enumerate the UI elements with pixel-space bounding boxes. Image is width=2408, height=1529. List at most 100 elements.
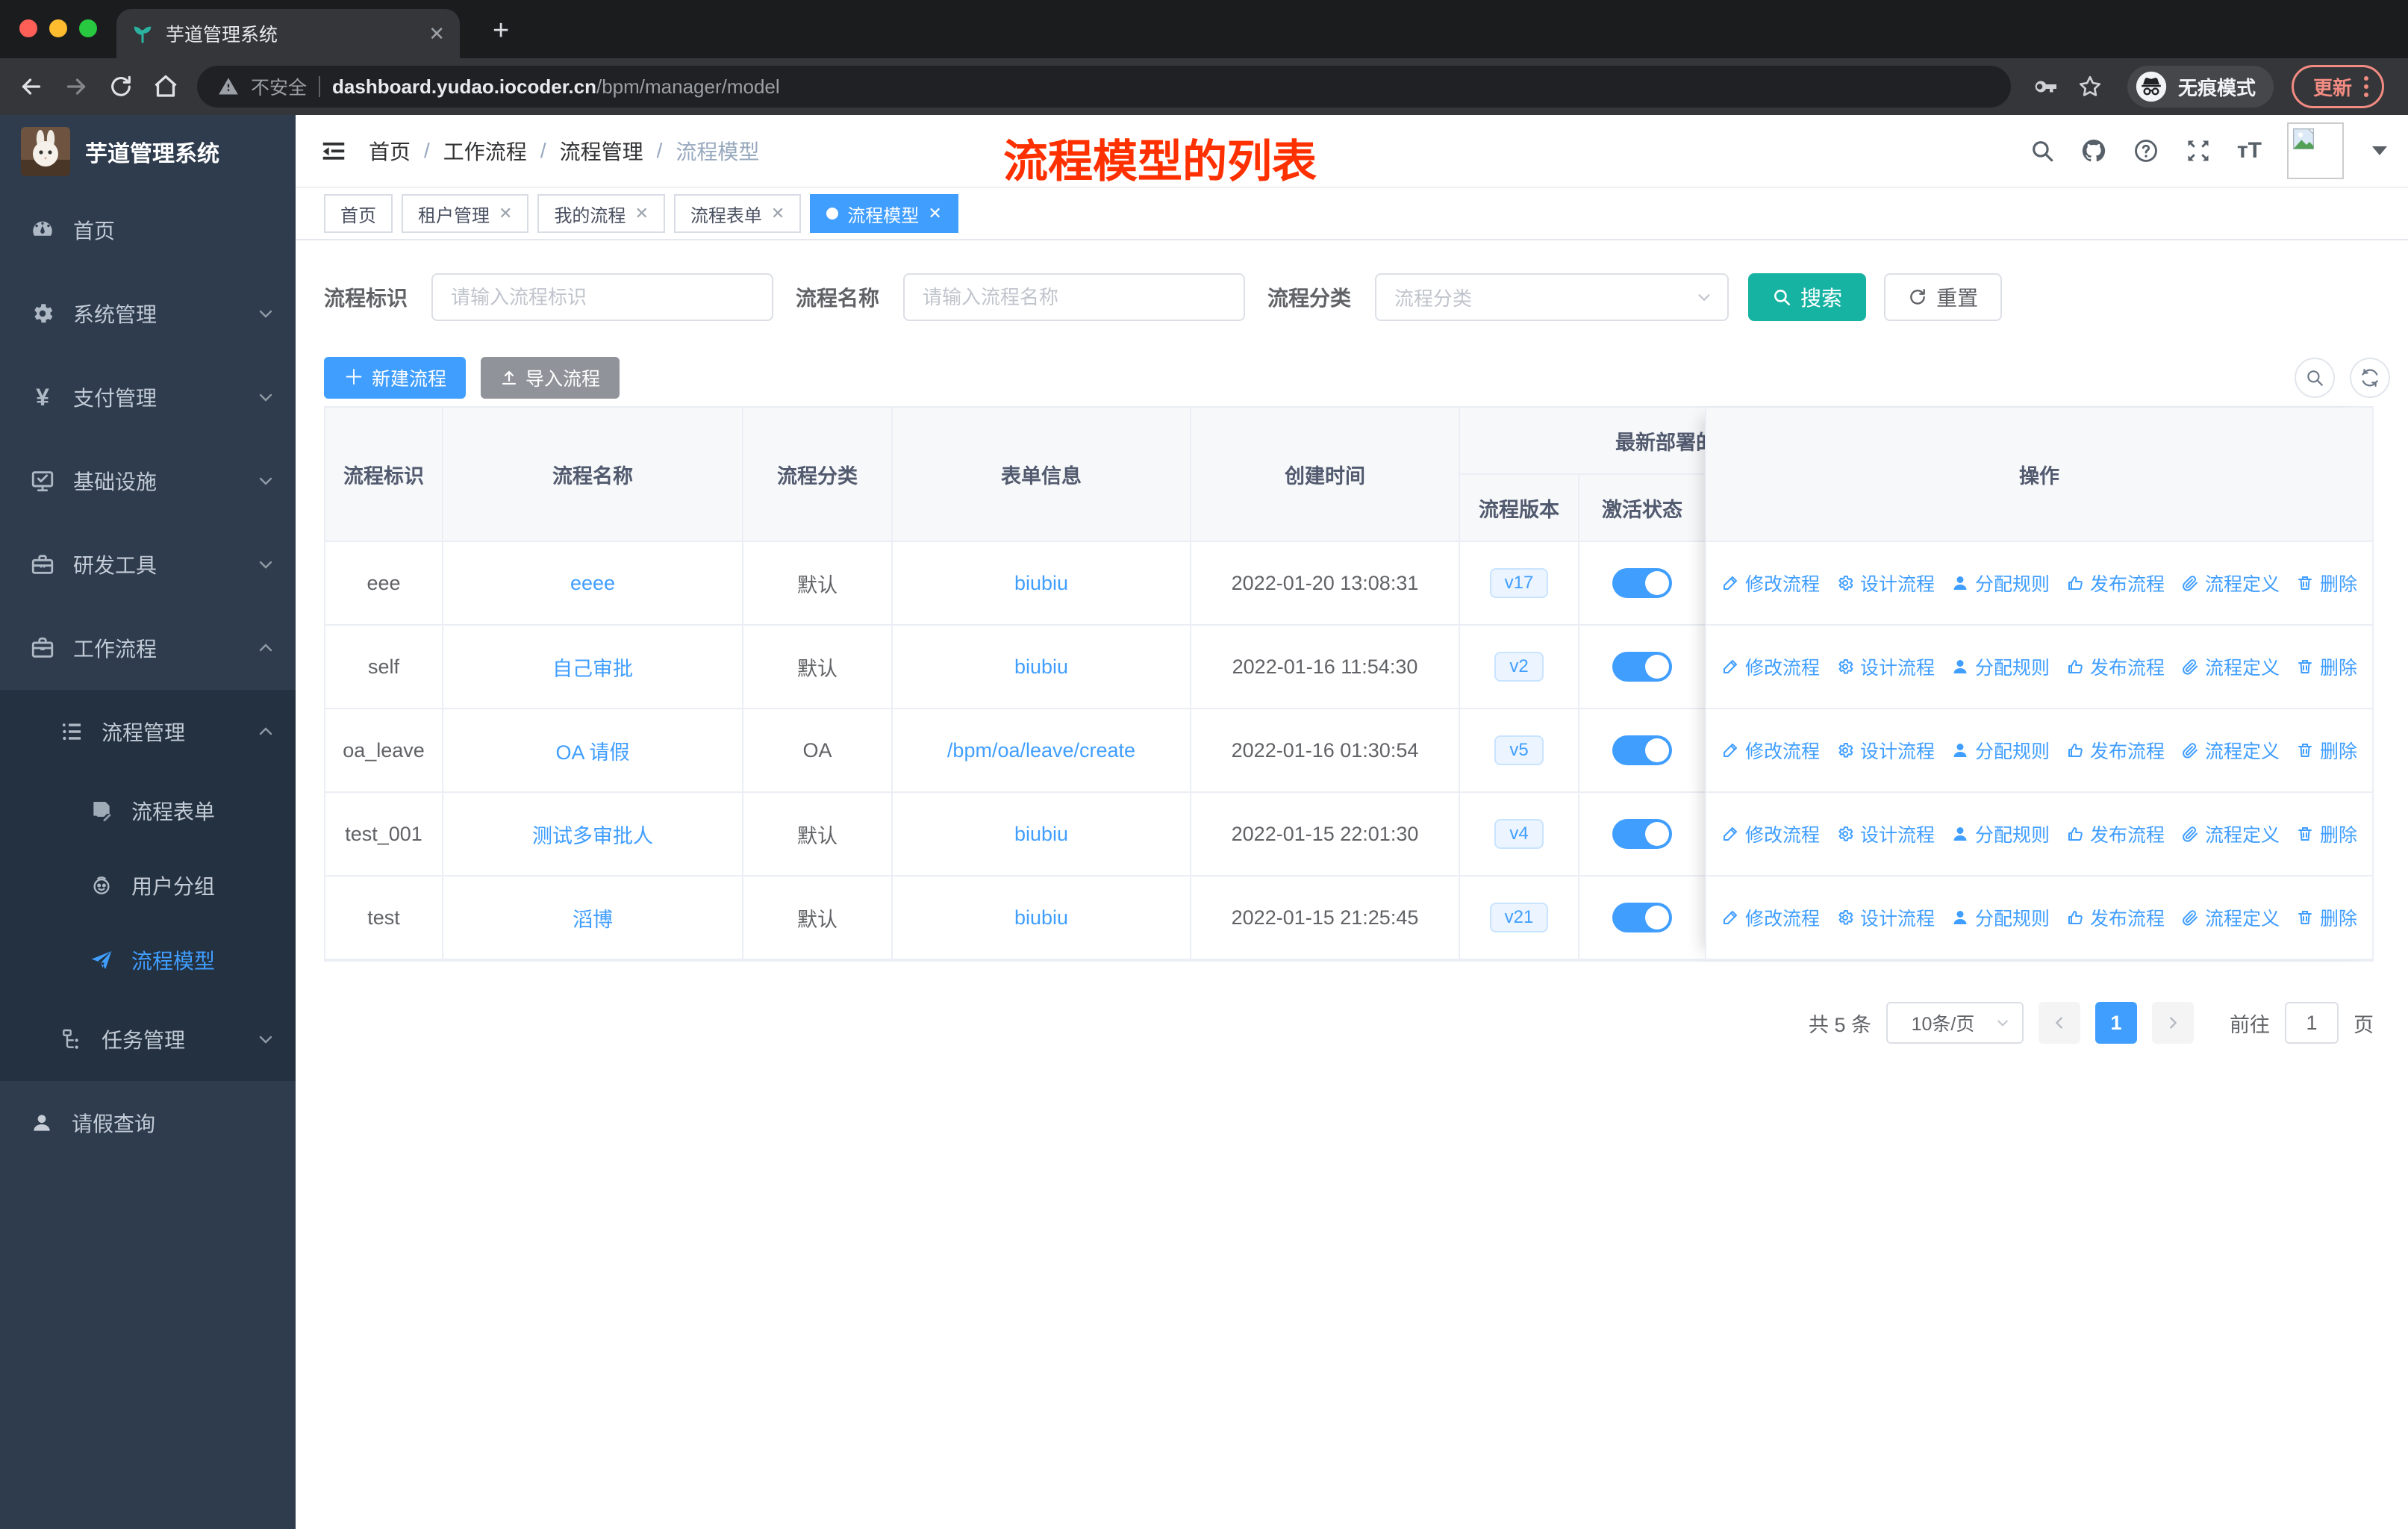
publish-process-link[interactable]: 发布流程 [2066, 570, 2165, 597]
sidebar-item-home[interactable]: 首页 [0, 188, 296, 272]
browser-menu-icon[interactable] [2364, 76, 2369, 97]
assign-rule-link[interactable]: 分配规则 [1951, 737, 2050, 764]
category-select[interactable]: 流程分类 [1375, 273, 1729, 321]
caret-down-icon[interactable] [2372, 146, 2387, 155]
sidebar-item-workflow[interactable]: 工作流程 [0, 606, 296, 690]
search-icon[interactable] [2030, 138, 2055, 164]
sidebar-logo-row[interactable]: 芋道管理系统 [0, 115, 296, 188]
process-name-link[interactable]: 自己审批 [552, 653, 633, 682]
delete-link[interactable]: 删除 [2296, 904, 2357, 931]
form-info-link[interactable]: biubiu [1014, 906, 1068, 929]
process-definition-link[interactable]: 流程定义 [2181, 737, 2280, 764]
active-toggle[interactable] [1612, 568, 1672, 598]
form-info-link[interactable]: /bpm/oa/leave/create [947, 739, 1135, 762]
process-definition-link[interactable]: 流程定义 [2181, 904, 2280, 931]
key-icon[interactable] [2023, 64, 2068, 109]
create-process-button[interactable]: ＋ 新建流程 [324, 357, 467, 399]
sidebar-item-leave-query[interactable]: 请假查询 [0, 1081, 296, 1165]
active-toggle[interactable] [1612, 819, 1672, 849]
breadcrumb-workflow[interactable]: 工作流程 [443, 136, 527, 166]
delete-link[interactable]: 删除 [2296, 570, 2357, 597]
new-tab-button[interactable]: + [493, 15, 509, 47]
process-name-link[interactable]: eeee [570, 572, 615, 595]
security-label[interactable]: 不安全 [251, 73, 307, 100]
browser-tab[interactable]: 芋道管理系统 ✕ [116, 9, 460, 58]
tab-close-icon[interactable]: ✕ [928, 204, 941, 223]
font-size-icon[interactable]: ᴛT [2237, 140, 2262, 162]
search-button[interactable]: 搜索 [1748, 273, 1867, 321]
design-process-link[interactable]: 设计流程 [1836, 570, 1935, 597]
sidebar-collapse-icon[interactable] [319, 137, 348, 165]
tab-close-icon[interactable]: ✕ [499, 204, 512, 223]
window-controls[interactable] [19, 19, 97, 37]
prev-page-button[interactable] [2039, 1002, 2080, 1044]
delete-link[interactable]: 删除 [2296, 653, 2357, 680]
sidebar-item-system[interactable]: 系统管理 [0, 272, 296, 355]
sidebar-item-process-form[interactable]: 流程表单 [0, 773, 296, 848]
process-definition-link[interactable]: 流程定义 [2181, 570, 2280, 597]
zoom-window-button[interactable] [79, 19, 97, 37]
version-badge[interactable]: v5 [1494, 735, 1544, 765]
minimize-window-button[interactable] [49, 19, 67, 37]
form-info-link[interactable]: biubiu [1014, 823, 1068, 846]
form-info-link[interactable]: biubiu [1014, 655, 1068, 679]
publish-process-link[interactable]: 发布流程 [2066, 737, 2165, 764]
version-badge[interactable]: v21 [1489, 903, 1549, 932]
version-badge[interactable]: v17 [1489, 568, 1549, 598]
active-toggle[interactable] [1612, 735, 1672, 765]
design-process-link[interactable]: 设计流程 [1836, 904, 1935, 931]
assign-rule-link[interactable]: 分配规则 [1951, 904, 2050, 931]
sidebar-item-user-group[interactable]: 用户分组 [0, 848, 296, 923]
active-toggle[interactable] [1612, 903, 1672, 932]
refresh-table-button[interactable] [2350, 358, 2390, 398]
delete-link[interactable]: 删除 [2296, 820, 2357, 847]
active-toggle[interactable] [1612, 652, 1672, 682]
tab-tenant[interactable]: 租户管理 ✕ [402, 194, 529, 233]
home-icon[interactable] [143, 64, 188, 109]
breadcrumb-process-mgmt[interactable]: 流程管理 [560, 136, 643, 166]
back-icon[interactable] [9, 64, 54, 109]
modify-process-link[interactable]: 修改流程 [1721, 737, 1820, 764]
modify-process-link[interactable]: 修改流程 [1721, 653, 1820, 680]
design-process-link[interactable]: 设计流程 [1836, 653, 1935, 680]
modify-process-link[interactable]: 修改流程 [1721, 570, 1820, 597]
close-window-button[interactable] [19, 19, 37, 37]
help-icon[interactable] [2133, 137, 2159, 164]
publish-process-link[interactable]: 发布流程 [2066, 904, 2165, 931]
github-icon[interactable] [2080, 137, 2107, 164]
sidebar-item-infra[interactable]: 基础设施 [0, 439, 296, 523]
update-button[interactable]: 更新 [2292, 65, 2385, 108]
design-process-link[interactable]: 设计流程 [1836, 737, 1935, 764]
assign-rule-link[interactable]: 分配规则 [1951, 653, 2050, 680]
tab-home[interactable]: 首页 [324, 194, 393, 233]
tab-process-model[interactable]: 流程模型 ✕ [810, 194, 958, 233]
assign-rule-link[interactable]: 分配规则 [1951, 820, 2050, 847]
avatar[interactable] [2287, 122, 2344, 179]
sidebar-item-devtools[interactable]: 研发工具 [0, 523, 296, 606]
breadcrumb-home[interactable]: 首页 [369, 136, 411, 166]
publish-process-link[interactable]: 发布流程 [2066, 653, 2165, 680]
fullscreen-icon[interactable] [2185, 137, 2212, 164]
import-process-button[interactable]: 导入流程 [481, 357, 620, 399]
publish-process-link[interactable]: 发布流程 [2066, 820, 2165, 847]
reset-button[interactable]: 重置 [1884, 273, 2003, 321]
process-definition-link[interactable]: 流程定义 [2181, 653, 2280, 680]
security-warning-icon[interactable] [218, 76, 239, 97]
tab-my-process[interactable]: 我的流程 ✕ [537, 194, 665, 233]
delete-link[interactable]: 删除 [2296, 737, 2357, 764]
process-key-input[interactable] [431, 273, 774, 321]
current-page[interactable]: 1 [2095, 1002, 2137, 1044]
process-name-link[interactable]: 滔博 [573, 903, 613, 932]
process-name-input[interactable] [903, 273, 1246, 321]
page-size-select[interactable]: 10条/页 [1886, 1002, 2024, 1044]
tab-close-icon[interactable]: ✕ [634, 204, 648, 223]
sidebar-item-payment[interactable]: ¥ 支付管理 [0, 355, 296, 439]
modify-process-link[interactable]: 修改流程 [1721, 820, 1820, 847]
version-badge[interactable]: v4 [1494, 819, 1544, 849]
process-name-link[interactable]: OA 请假 [555, 736, 629, 765]
reload-icon[interactable] [99, 64, 143, 109]
next-page-button[interactable] [2152, 1002, 2194, 1044]
tab-process-form[interactable]: 流程表单 ✕ [673, 194, 802, 233]
modify-process-link[interactable]: 修改流程 [1721, 904, 1820, 931]
form-info-link[interactable]: biubiu [1014, 572, 1068, 595]
